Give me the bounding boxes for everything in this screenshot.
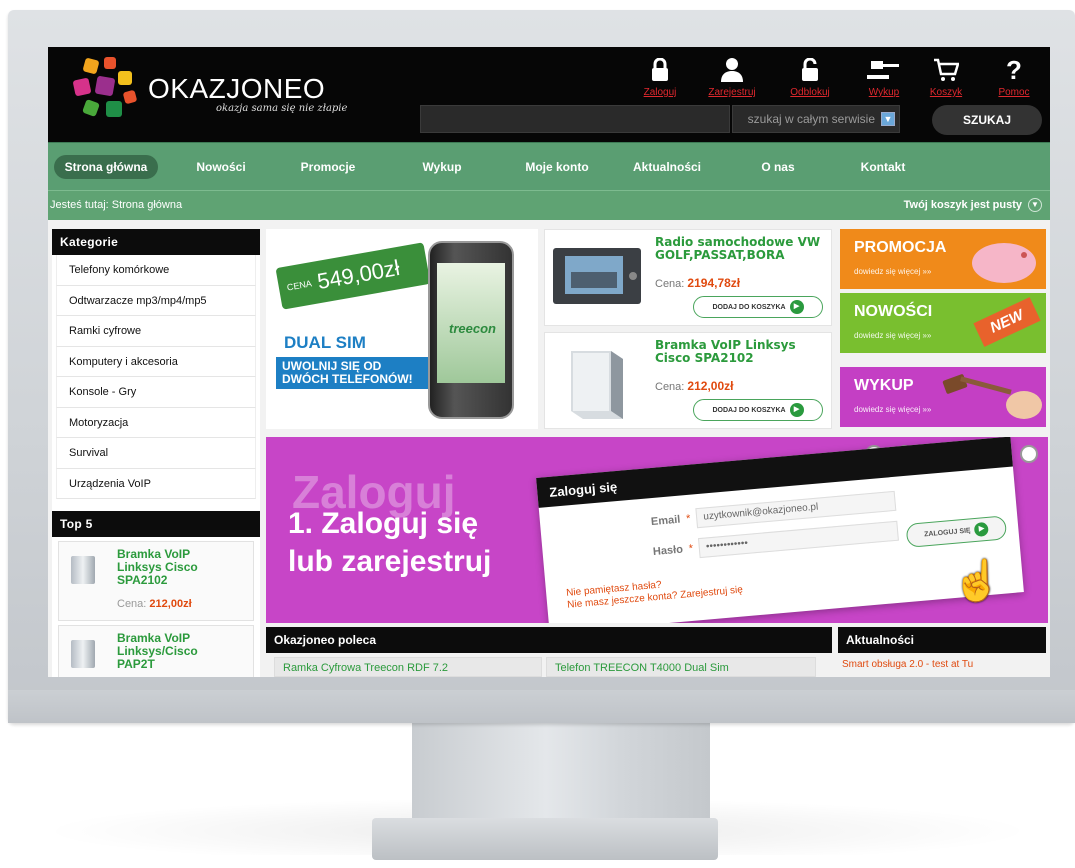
main-nav: Strona główna Nowości Promocje Wykup Moj… xyxy=(48,142,1050,190)
new-badge-icon: NEW xyxy=(973,297,1041,347)
product-thumbnail[interactable] xyxy=(71,640,95,668)
product-price: Cena: 212,00zł xyxy=(655,379,734,393)
chevron-down-icon[interactable]: ▼ xyxy=(1028,198,1042,212)
promo-banner-promocja[interactable]: PROMOCJA dowiedz się więcej »» xyxy=(840,229,1046,289)
cart-status[interactable]: Twój koszyk jest pusty ▼ xyxy=(904,198,1042,212)
nav-updates[interactable]: Aktualności xyxy=(622,155,712,179)
lock-icon xyxy=(632,55,688,85)
product-thumbnail[interactable] xyxy=(71,556,95,584)
brand-name[interactable]: OKAZJONEO xyxy=(148,73,325,105)
news-title: Aktualności xyxy=(838,627,1046,653)
category-item[interactable]: Konsole - Gry xyxy=(56,377,256,408)
nav-contact[interactable]: Kontakt xyxy=(848,155,918,179)
category-item[interactable]: Ramki cyfrowe xyxy=(56,316,256,347)
login-help-links: Nie pamiętasz hasła? Nie masz jeszcze ko… xyxy=(565,579,744,611)
car-radio-image[interactable] xyxy=(551,238,643,320)
pointer-hand-icon: ☝ xyxy=(952,559,1002,603)
chevron-down-icon[interactable]: ▼ xyxy=(881,112,895,126)
arrow-right-icon: ▶ xyxy=(974,521,990,537)
category-item[interactable]: Urządzenia VoIP xyxy=(56,468,256,499)
user-icon xyxy=(704,55,760,85)
arrow-right-icon: ▶ xyxy=(789,300,804,314)
promo-price-tag: CENA 549,00zł xyxy=(275,242,431,310)
top5-item[interactable]: Bramka VoIP Linksys/Cisco PAP2T xyxy=(58,625,254,677)
search-scope-select[interactable]: szukaj w całym serwisie ▼ xyxy=(732,105,900,133)
logo-icon[interactable] xyxy=(70,55,142,125)
top5-item[interactable]: Bramka VoIP Linksys Cisco SPA2102 Cena: … xyxy=(58,541,254,621)
phone-promo-banner[interactable]: CENA 549,00zł DUAL SIM UWOLNIJ SIĘ OD DW… xyxy=(266,229,538,429)
search-input[interactable] xyxy=(420,105,730,133)
poleca-title: Okazjoneo poleca xyxy=(266,627,832,653)
monitor-stand-neck xyxy=(412,723,710,828)
login-card-title: Zaloguj się xyxy=(536,437,1013,508)
category-item[interactable]: Komputery i akcesoria xyxy=(56,346,256,377)
monitor-stand-base xyxy=(372,818,718,860)
header-help-link[interactable]: ? Pomoc xyxy=(986,54,1042,99)
top5-item-name[interactable]: Bramka VoIP Linksys Cisco SPA2102 xyxy=(117,548,237,587)
nav-buyout[interactable]: Wykup xyxy=(412,155,472,179)
cart-status-text: Twój koszyk jest pusty xyxy=(903,199,1022,211)
promo-slogan: UWOLNIJ SIĘ OD DWÓCH TELEFONÓW! xyxy=(276,357,436,389)
promo-banner-wykup[interactable]: WYKUP dowiedz się więcej »» xyxy=(840,367,1046,427)
cart-icon xyxy=(918,55,974,85)
monitor-chin xyxy=(8,690,1075,723)
piggy-bank-icon xyxy=(972,243,1036,283)
header-register-link[interactable]: Zarejestruj xyxy=(704,55,760,98)
nav-my-account[interactable]: Moje konto xyxy=(512,155,602,179)
sidebar: Kategorie Telefony komórkowe Odtwarzacze… xyxy=(52,229,260,677)
breadcrumb: Jesteś tutaj: Strona główna xyxy=(50,199,183,211)
header-login-link[interactable]: Zaloguj xyxy=(632,55,688,98)
product-name[interactable]: Radio samochodowe VW GOLF,PASSAT,BORA xyxy=(655,236,827,262)
nav-promotions[interactable]: Promocje xyxy=(288,155,368,179)
header-unlock-link[interactable]: Odblokuj xyxy=(782,55,838,98)
login-button-illustration: ZALOGUJ SIĘ ▶ xyxy=(905,515,1008,548)
brand-tagline: okazja sama się nie złapie xyxy=(216,103,348,114)
product-card[interactable]: Radio samochodowe VW GOLF,PASSAT,BORA Ce… xyxy=(544,229,832,326)
search-scope-value: szukaj w całym serwisie xyxy=(747,112,875,126)
product-name[interactable]: Bramka VoIP Linksys Cisco SPA2102 xyxy=(655,339,827,365)
header-buyout-link[interactable]: Wykup xyxy=(856,55,912,98)
unlock-icon xyxy=(782,55,838,85)
category-item[interactable]: Survival xyxy=(56,438,256,469)
gavel-icon xyxy=(856,55,912,85)
promo-dual-sim: DUAL SIM xyxy=(284,333,366,352)
browser-screen: OKAZJONEO okazja sama się nie złapie Zal… xyxy=(48,47,1050,677)
search-button[interactable]: SZUKAJ xyxy=(932,105,1042,135)
promo-banner-nowosci[interactable]: NOWOŚCI dowiedz się więcej »» NEW xyxy=(840,293,1046,353)
site-header: OKAZJONEO okazja sama się nie złapie Zal… xyxy=(48,47,1050,142)
news-item[interactable]: Smart obsługa 2.0 - test at Tu xyxy=(842,659,1042,670)
category-item[interactable]: Motoryzacja xyxy=(56,407,256,438)
add-to-cart-button[interactable]: DODAJ DO KOSZYKA ▶ xyxy=(693,296,823,318)
add-to-cart-button[interactable]: DODAJ DO KOSZYKA ▶ xyxy=(693,399,823,421)
arrow-right-icon: ▶ xyxy=(789,403,804,417)
category-item[interactable]: Telefony komórkowe xyxy=(56,255,256,286)
top5-title: Top 5 xyxy=(52,511,260,537)
product-price: Cena: 2194,78zł xyxy=(655,276,741,290)
nav-news[interactable]: Nowości xyxy=(186,155,256,179)
slider-dot[interactable] xyxy=(1020,445,1038,463)
monitor: OKAZJONEO okazja sama się nie złapie Zal… xyxy=(0,0,1075,868)
nav-about[interactable]: O nas xyxy=(748,155,808,179)
top5-item-name[interactable]: Bramka VoIP Linksys/Cisco PAP2T xyxy=(117,632,237,671)
slider-headline: 1. Zaloguj się lub zarejestruj xyxy=(288,507,492,578)
header-cart-link[interactable]: Koszyk xyxy=(918,55,974,98)
product-card[interactable]: Bramka VoIP Linksys Cisco SPA2102 Cena: … xyxy=(544,332,832,429)
categories-title: Kategorie xyxy=(52,229,260,255)
nav-home[interactable]: Strona główna xyxy=(54,155,158,179)
login-card-illustration: Zaloguj się Email * uzytkownik@okazjoneo.… xyxy=(536,437,1024,623)
phone-image: treecon xyxy=(428,241,514,419)
category-item[interactable]: Odtwarzacze mp3/mp4/mp5 xyxy=(56,285,256,316)
help-icon: ? xyxy=(1006,54,1022,85)
poleca-item[interactable]: Ramka Cyfrowa Treecon RDF 7.2 xyxy=(274,657,542,677)
phone-brand-logo: treecon xyxy=(449,321,496,336)
voip-gateway-image[interactable] xyxy=(551,341,643,423)
top5-item-price: Cena: 212,00zł xyxy=(117,598,192,610)
hero-slider[interactable]: Zaloguj 1. Zaloguj się lub zarejestruj Z… xyxy=(266,437,1048,623)
breadcrumb-bar: Jesteś tutaj: Strona główna Twój koszyk … xyxy=(48,190,1050,220)
poleca-item[interactable]: Telefon TREECON T4000 Dual Sim xyxy=(546,657,816,677)
gavel-hand-icon xyxy=(942,374,1042,419)
